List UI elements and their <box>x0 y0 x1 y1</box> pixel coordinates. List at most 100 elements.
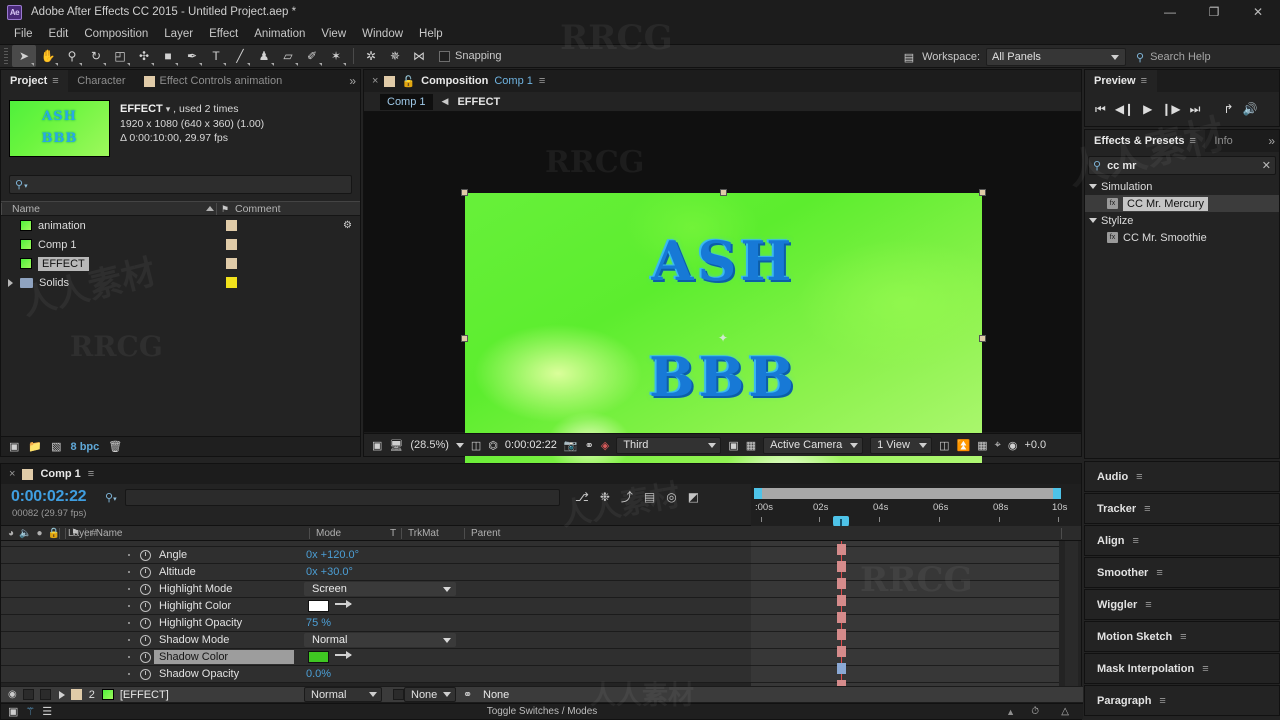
clear-search-icon[interactable]: ✕ <box>1262 159 1271 172</box>
stopwatch-icon[interactable] <box>140 617 151 629</box>
graph-editor-icon[interactable]: ◩ <box>688 490 699 504</box>
panel-audio[interactable]: Audio ≡ <box>1084 461 1280 492</box>
effects-group-stylize[interactable]: Stylize <box>1085 212 1279 229</box>
property-value-select[interactable]: Screen <box>304 582 456 596</box>
layer-row-effect[interactable]: ◉ 2 [EFFECT] Normal None ⚭ None <box>1 686 1083 703</box>
menu-item-window[interactable]: Window <box>354 26 411 42</box>
selection-tool-icon[interactable]: ➤ <box>12 45 36 67</box>
brush-tool-icon[interactable]: ╱ <box>228 45 252 67</box>
first-frame-button[interactable]: ⏮ <box>1095 102 1106 117</box>
breadcrumb-comp[interactable]: Comp 1 <box>380 93 433 110</box>
zoom-tool-icon[interactable]: ⚲ <box>60 45 84 67</box>
ram-preview-button[interactable]: ↱ <box>1223 102 1233 116</box>
lock-icon[interactable]: 🔓 <box>401 75 415 88</box>
shape-tool-icon[interactable]: ■ <box>156 45 180 67</box>
panel-menu-icon[interactable]: ≡ <box>1180 631 1187 643</box>
panel-menu-icon[interactable]: ≡ <box>1145 599 1152 611</box>
preserve-transparency-toggle[interactable] <box>393 689 404 700</box>
panel-menu-icon[interactable]: ≡ <box>1190 135 1197 147</box>
layer-video-toggle-icon[interactable]: ◉ <box>8 689 17 700</box>
panel-wiggler[interactable]: Wiggler ≡ <box>1084 589 1280 620</box>
parent-value[interactable]: None <box>483 689 509 701</box>
item-label-color[interactable] <box>226 220 237 231</box>
keyframe-nav-icon[interactable]: △ <box>1061 706 1069 717</box>
workspace-layout-icon[interactable]: ▤ <box>904 51 914 64</box>
stopwatch-icon[interactable] <box>140 668 151 680</box>
timeline-ruler[interactable]: :00s 02s 04s 06s 08s 10s <box>751 484 1081 531</box>
timeline-column-mode[interactable]: Mode <box>316 528 341 539</box>
selection-handle[interactable] <box>979 189 986 196</box>
show-snapshot-icon[interactable]: ⚭ <box>585 439 594 452</box>
panel-mask-interpolation[interactable]: Mask Interpolation ≡ <box>1084 653 1280 684</box>
timeline-comp-name[interactable]: Comp 1 <box>40 468 80 480</box>
sort-ascending-icon[interactable] <box>206 206 214 211</box>
property-row[interactable]: Highlight Mode Screen <box>1 581 751 598</box>
project-list-item[interactable]: Solids <box>1 273 360 292</box>
next-frame-button[interactable]: ❙▶ <box>1161 102 1180 116</box>
keyframe-marker[interactable] <box>837 578 846 589</box>
property-row[interactable]: Highlight Color <box>1 598 751 615</box>
hide-shy-layers-icon[interactable]: ⤴ <box>621 488 633 505</box>
project-list-item[interactable]: animation ⚙ <box>1 216 360 235</box>
menu-item-effect[interactable]: Effect <box>201 26 246 42</box>
panel-paragraph[interactable]: Paragraph ≡ <box>1084 685 1280 716</box>
layer-audio-toggle[interactable] <box>22 689 34 700</box>
panel-menu-icon[interactable]: ≡ <box>1141 75 1148 87</box>
selection-handle[interactable] <box>979 335 986 342</box>
panel-smoother[interactable]: Smoother ≡ <box>1084 557 1280 588</box>
overflow-chevron-icon[interactable]: » <box>1268 134 1275 148</box>
resolution-select[interactable]: Third <box>616 436 722 454</box>
exposure-value[interactable]: +0.0 <box>1024 439 1046 451</box>
new-comp-icon[interactable]: ▣ <box>9 440 19 453</box>
property-row[interactable]: Highlight Opacity 75 % <box>1 615 751 632</box>
color-swatch[interactable] <box>308 600 329 612</box>
mute-audio-button[interactable]: 🔊 <box>1243 102 1258 116</box>
breadcrumb-child[interactable]: EFFECT <box>457 96 500 108</box>
pixel-aspect-correction-icon[interactable]: ◫ <box>939 439 949 452</box>
keyframe-marker[interactable] <box>837 612 846 623</box>
restore-button[interactable]: ❐ <box>1192 0 1236 24</box>
title-action-safe-icon[interactable]: ⏣ <box>488 439 498 452</box>
solo-icon[interactable]: ● <box>37 528 43 539</box>
timeline-icon[interactable]: ▦ <box>977 439 987 452</box>
toggle-transparency-icon[interactable]: 🖥 <box>389 439 403 452</box>
composition-viewer[interactable]: ASH BBB ✦ <box>364 112 1081 488</box>
eraser-tool-icon[interactable]: ▱ <box>276 45 300 67</box>
camera-tool-icon[interactable]: ◰ <box>108 45 132 67</box>
panel-motion-sketch[interactable]: Motion Sketch ≡ <box>1084 621 1280 652</box>
timeline-column-parent[interactable]: Parent <box>471 528 500 539</box>
property-row[interactable]: Altitude 0x +30.0° <box>1 564 751 581</box>
project-search-input[interactable]: ⚲ ▾ <box>9 175 352 194</box>
work-area-start-handle[interactable] <box>754 488 762 499</box>
play-button[interactable]: ▶ <box>1143 102 1152 116</box>
link-icon[interactable]: ⚙ <box>343 220 352 231</box>
reset-exposure-icon[interactable]: ◉ <box>1008 439 1018 452</box>
menu-item-layer[interactable]: Layer <box>156 26 201 42</box>
take-snapshot-icon[interactable]: 📷 <box>564 439 578 452</box>
panel-menu-icon[interactable]: ≡ <box>1159 695 1166 707</box>
panel-align[interactable]: Align ≡ <box>1084 525 1280 556</box>
minimize-button[interactable]: — <box>1148 0 1192 24</box>
always-preview-icon[interactable]: ▣ <box>372 439 382 452</box>
property-value[interactable]: 75 % <box>306 617 331 629</box>
toggle-switches-modes-label[interactable]: Toggle Switches / Modes <box>1 706 1083 717</box>
timeline-column-t[interactable]: T <box>390 528 396 539</box>
project-settings-icon[interactable]: ▧ <box>51 440 61 453</box>
property-row[interactable]: Angle 0x +120.0° <box>1 547 751 564</box>
camera-select[interactable]: Active Camera <box>763 436 864 454</box>
draft-3d-icon[interactable]: ❉ <box>600 490 610 504</box>
snapping-checkbox[interactable] <box>439 50 450 62</box>
color-swatch[interactable] <box>308 651 329 663</box>
tab-effect-controls[interactable]: Effect Controls animation <box>135 70 292 92</box>
type-tool-icon[interactable]: T <box>204 45 228 67</box>
stopwatch-icon[interactable] <box>140 634 151 646</box>
stopwatch-icon[interactable] <box>140 566 151 578</box>
column-name[interactable]: Name <box>1 202 216 215</box>
region-of-interest-icon[interactable]: ◫ <box>471 439 481 452</box>
breadcrumb-back-icon[interactable]: ◀ <box>442 96 449 107</box>
stopwatch-icon[interactable] <box>140 583 151 595</box>
keyframe-marker[interactable] <box>837 595 846 606</box>
project-list-item[interactable]: EFFECT <box>1 254 360 273</box>
trkmat-select[interactable]: None <box>404 687 456 702</box>
zoom-level[interactable]: (28.5%) <box>410 439 449 451</box>
